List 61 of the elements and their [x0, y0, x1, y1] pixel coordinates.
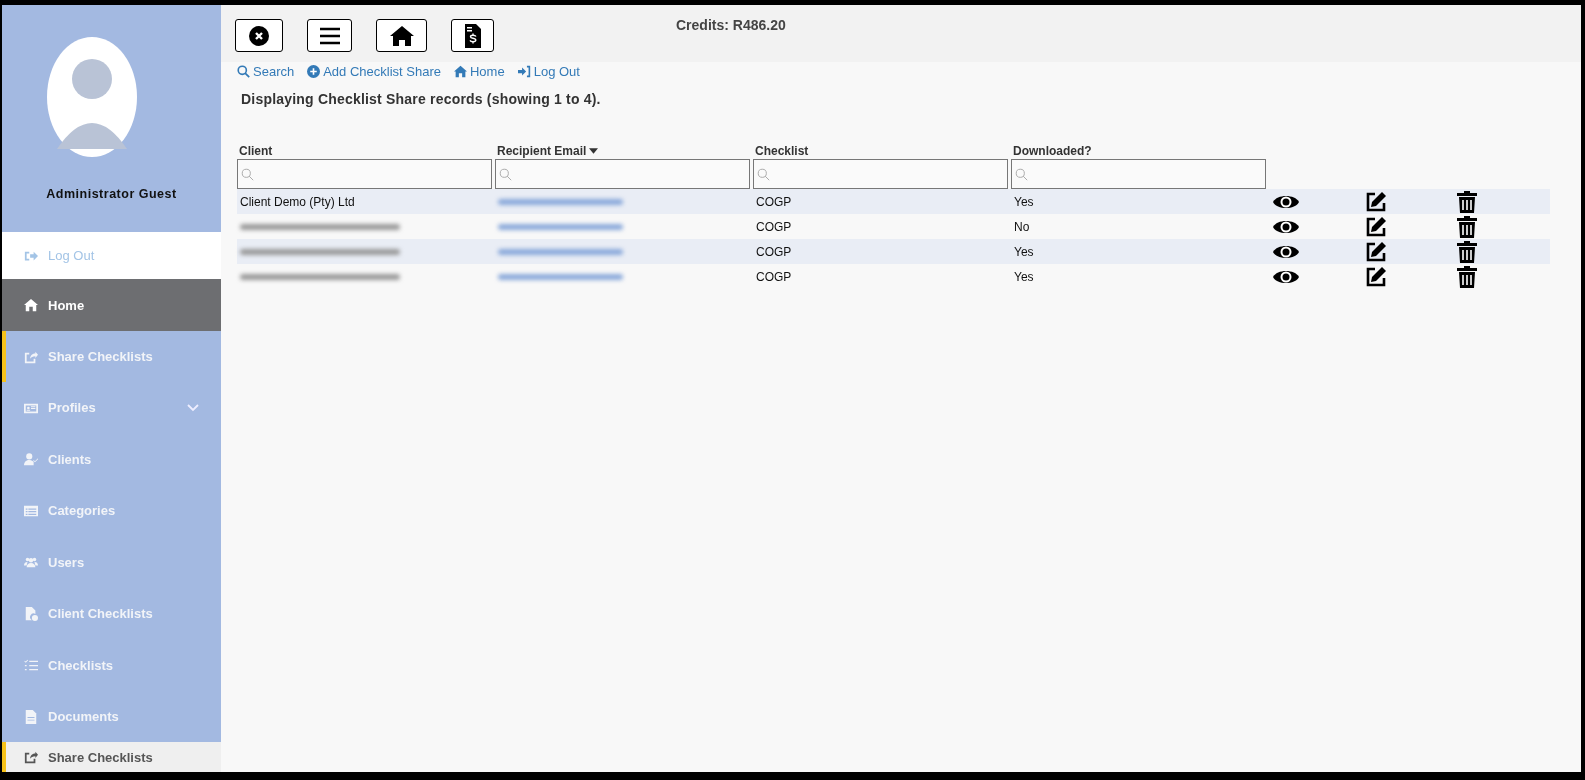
column-header[interactable]: Client	[239, 144, 273, 158]
filecheck-icon	[24, 606, 38, 621]
client-icon	[24, 452, 38, 467]
sidebar-item[interactable]: Home	[2, 279, 221, 331]
home-icon	[24, 298, 38, 313]
credits-text: Credits: R486.20	[676, 17, 786, 33]
home-button[interactable]	[376, 19, 427, 52]
menu-icon	[319, 26, 340, 45]
trash-icon[interactable]	[1457, 240, 1477, 263]
nav-link[interactable]: Add Checklist Share	[307, 64, 441, 79]
trash-icon[interactable]	[1457, 190, 1477, 213]
invoice-button[interactable]	[451, 19, 494, 52]
filter-field[interactable]	[1011, 159, 1266, 189]
chevron-down-icon	[187, 403, 199, 412]
share-icon	[24, 349, 38, 364]
table-cell: Yes	[1014, 269, 1034, 284]
tasks-icon	[24, 658, 38, 673]
home-icon	[454, 65, 467, 78]
users-icon	[24, 555, 38, 570]
table-cell: COGP	[756, 194, 792, 209]
records-heading: Displaying Checklist Share records (showing 1 to 4).	[241, 91, 602, 107]
table-cell: COGP	[756, 219, 792, 234]
search-icon	[757, 167, 770, 181]
edit-icon[interactable]	[1365, 215, 1387, 238]
avatar-icon	[46, 37, 137, 157]
edit-icon[interactable]	[1365, 190, 1387, 213]
table-cell: COGP	[756, 244, 792, 259]
invoice-icon	[464, 23, 481, 48]
filter-field[interactable]	[495, 159, 750, 189]
edit-icon[interactable]	[1365, 240, 1387, 263]
search-icon	[237, 65, 250, 78]
nav-link[interactable]: Search	[237, 64, 295, 79]
close-icon	[249, 25, 269, 46]
table-cell: Client Demo (Pty) Ltd	[240, 194, 355, 209]
column-header[interactable]: Checklist	[755, 144, 809, 158]
search-icon	[499, 167, 512, 181]
plus-circle-icon	[307, 65, 321, 78]
menu-button[interactable]	[307, 19, 352, 52]
search-icon	[241, 167, 254, 181]
filter-field[interactable]	[237, 159, 492, 189]
nav-link[interactable]: Log Out	[517, 64, 580, 79]
home-icon	[389, 25, 414, 46]
sidebar-item[interactable]: Share Checklists	[2, 742, 221, 772]
trash-icon[interactable]	[1457, 265, 1477, 288]
table-cell: Yes	[1014, 244, 1034, 259]
filter-field[interactable]	[753, 159, 1008, 189]
table-cell: No	[1014, 219, 1030, 234]
share-icon	[24, 750, 38, 765]
column-header[interactable]: Downloaded?	[1013, 144, 1092, 158]
table-cell: COGP	[756, 269, 792, 284]
table-cell: Yes	[1014, 194, 1034, 209]
search-icon	[1015, 167, 1028, 181]
sign-in-icon	[517, 65, 531, 78]
doc-icon	[24, 709, 38, 724]
list-icon	[24, 503, 38, 518]
close-button[interactable]	[235, 19, 283, 52]
column-header[interactable]: Recipient Email	[497, 144, 587, 158]
edit-icon[interactable]	[1365, 265, 1387, 288]
trash-icon[interactable]	[1457, 215, 1477, 238]
user-name: Administrator Guest	[46, 187, 177, 201]
nav-link[interactable]: Home	[454, 64, 505, 79]
